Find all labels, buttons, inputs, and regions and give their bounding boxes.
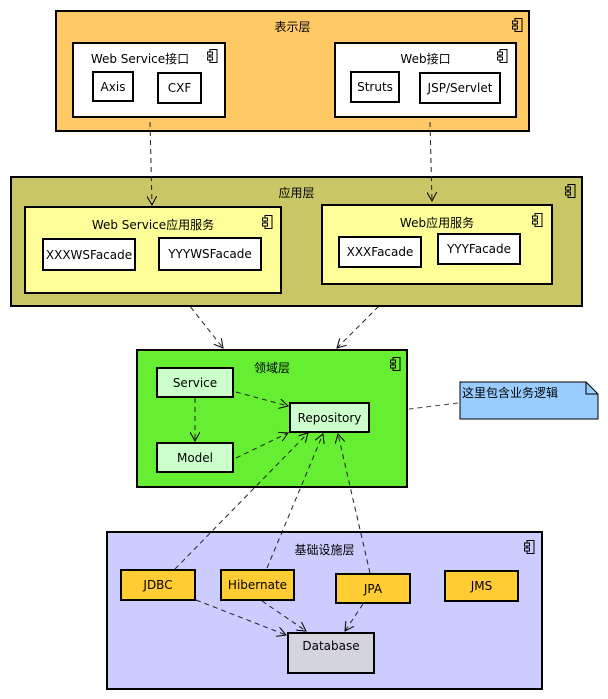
jpa-component[interactable]: JPA — [335, 573, 411, 604]
webservice-app-service-title: Web Service应用服务 — [91, 218, 215, 232]
model-component[interactable]: Model — [156, 442, 234, 473]
component-icon — [532, 213, 543, 227]
component-icon — [524, 540, 535, 554]
database-component[interactable]: Database — [287, 632, 375, 674]
web-app-service-title: Web应用服务 — [399, 216, 475, 230]
dep-application-to-domain-left — [184, 299, 223, 348]
yyywsfacade-component[interactable]: YYYWSFacade — [158, 237, 262, 271]
jdbc-component[interactable]: JDBC — [120, 569, 196, 601]
application-layer[interactable]: 应用层 Web Service应用服务 XXXWSFacade YYYWSFac… — [10, 176, 583, 307]
note-anchor-line — [408, 402, 459, 410]
cxf-component[interactable]: CXF — [157, 72, 202, 104]
repository-component[interactable]: Repository — [289, 402, 370, 433]
webservice-app-service-component[interactable]: Web Service应用服务 XXXWSFacade YYYWSFacade — [24, 206, 282, 294]
xxxfacade-component[interactable]: XXXFacade — [338, 236, 422, 268]
struts-component[interactable]: Struts — [350, 71, 400, 103]
presentation-layer-title: 表示层 — [274, 20, 311, 34]
dep-application-to-domain-right — [337, 299, 386, 348]
service-component[interactable]: Service — [156, 367, 234, 398]
note-text: 这里包含业务逻辑 — [462, 386, 559, 400]
component-icon — [262, 215, 273, 229]
jms-component[interactable]: JMS — [444, 570, 519, 602]
webservice-interface-title: Web Service接口 — [90, 52, 190, 66]
database-label: Database — [302, 639, 360, 653]
component-icon — [390, 357, 401, 371]
web-interface-title: Web接口 — [400, 52, 451, 66]
component-icon — [512, 18, 523, 32]
hibernate-component[interactable]: Hibernate — [220, 569, 295, 601]
web-interface-component[interactable]: Web接口 Struts JSP/Servlet — [334, 42, 517, 118]
component-icon — [565, 184, 576, 198]
web-app-service-component[interactable]: Web应用服务 XXXFacade YYYFacade — [321, 204, 553, 285]
yyyfacade-component[interactable]: YYYFacade — [437, 233, 521, 265]
jsp-servlet-component[interactable]: JSP/Servlet — [419, 72, 501, 104]
component-icon — [207, 49, 218, 63]
application-layer-title: 应用层 — [278, 186, 315, 200]
xxxwsfacade-component[interactable]: XXXWSFacade — [42, 238, 136, 271]
infrastructure-layer-title: 基础设施层 — [294, 543, 355, 557]
webservice-interface-component[interactable]: Web Service接口 Axis CXF — [72, 42, 226, 118]
component-icon — [497, 49, 508, 63]
axis-component[interactable]: Axis — [92, 71, 134, 102]
presentation-layer[interactable]: 表示层 Web Service接口 Axis CXF Web接口 Struts … — [55, 10, 530, 132]
